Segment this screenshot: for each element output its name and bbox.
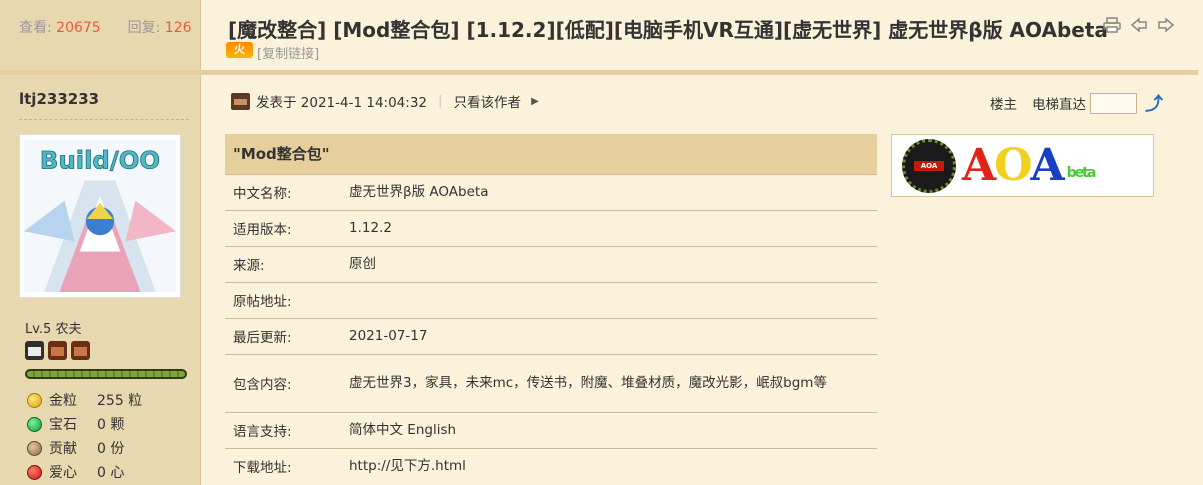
- svg-text:Build/OO: Build/OO: [40, 145, 160, 174]
- modpack-logo: AOA A O A beta: [891, 134, 1154, 197]
- rank-head-icon: [25, 341, 44, 360]
- rank-head-icon: [48, 341, 67, 360]
- table-row: 中文名称: 虚无世界β版 AOAbeta: [225, 173, 877, 210]
- table-row: 适用版本: 1.12.2: [225, 209, 877, 246]
- author-name[interactable]: ltj233233: [19, 90, 99, 108]
- views-label: 查看:: [19, 20, 52, 36]
- table-row: 下载地址: http://见下方.html: [225, 447, 877, 484]
- print-icon[interactable]: [1102, 15, 1121, 34]
- replies-count: 126: [164, 20, 192, 36]
- avatar[interactable]: Build/OO: [19, 134, 181, 298]
- table-header: "Mod整合包": [225, 134, 877, 174]
- stat-gold: 金粒 255 粒: [27, 390, 142, 410]
- divider: [19, 119, 189, 120]
- floor-nav: 楼主 电梯直达 ⤴: [990, 90, 1163, 116]
- post-meta: 发表于 2021-4-1 14:04:32 | 只看该作者 ▶: [231, 91, 539, 111]
- gem-icon: [27, 416, 42, 432]
- meta-divider: |: [438, 93, 443, 109]
- mod-info-table: "Mod整合包" 中文名称: 虚无世界β版 AOAbeta 适用版本: 1.12.2…: [225, 134, 877, 484]
- views-count: 20675: [56, 20, 101, 36]
- table-row: 来源: 原创: [225, 245, 877, 282]
- table-row: 原帖地址:: [225, 281, 877, 318]
- contribution-icon: [27, 440, 42, 456]
- gold-nugget-icon: [27, 392, 42, 408]
- stat-gem: 宝石 0 颗: [27, 414, 124, 434]
- thread-header-separator: [0, 70, 1198, 75]
- prev-thread-icon[interactable]: [1129, 15, 1148, 34]
- post-author-mini-icon: [231, 92, 250, 110]
- user-level: Lv.5 农夫: [25, 322, 82, 337]
- thread-stats: 查看: 20675 回复: 126: [0, 0, 200, 70]
- play-arrow-icon[interactable]: ▶: [531, 96, 539, 107]
- floor-label: 楼主: [990, 97, 1017, 113]
- thread-title: [魔改整合] [Mod整合包] [1.12.2][低配][电脑手机VR互通][虚…: [228, 18, 1108, 42]
- rank-head-icon: [71, 341, 90, 360]
- heart-apple-icon: [27, 464, 42, 480]
- copy-link[interactable]: [复制链接]: [257, 43, 319, 62]
- xp-bar-fill: [27, 371, 185, 377]
- aoa-badge-icon: AOA: [902, 138, 956, 193]
- table-row: 包含内容: 虚无世界3，家具，未来mc，传送书，附魔、堆叠材质，魔改光影，岷叔bg…: [225, 353, 877, 412]
- hot-badge-icon: 火: [226, 42, 253, 58]
- replies-label: 回复:: [127, 20, 161, 36]
- jump-go-icon[interactable]: ⤴: [1145, 90, 1163, 116]
- stat-contribution: 贡献 0 份: [27, 438, 124, 458]
- table-row: 最后更新: 2021-07-17: [225, 317, 877, 354]
- xp-bar: [25, 369, 187, 379]
- download-link[interactable]: http://见下方.html: [349, 447, 877, 484]
- rank-icons: [25, 341, 90, 360]
- table-row: 语言支持: 简体中文 English: [225, 411, 877, 448]
- next-thread-icon[interactable]: [1156, 15, 1175, 34]
- jump-label: 电梯直达: [1032, 97, 1086, 113]
- avatar-image: Build/OO: [24, 140, 176, 292]
- only-author-link[interactable]: 只看该作者: [454, 91, 522, 111]
- post-time: 发表于 2021-4-1 14:04:32: [256, 95, 427, 111]
- thread-tools: [1102, 15, 1175, 34]
- floor-jump-input[interactable]: [1090, 92, 1137, 114]
- stat-love: 爱心 0 心: [27, 462, 124, 482]
- logo-text: A O A beta: [962, 140, 1096, 191]
